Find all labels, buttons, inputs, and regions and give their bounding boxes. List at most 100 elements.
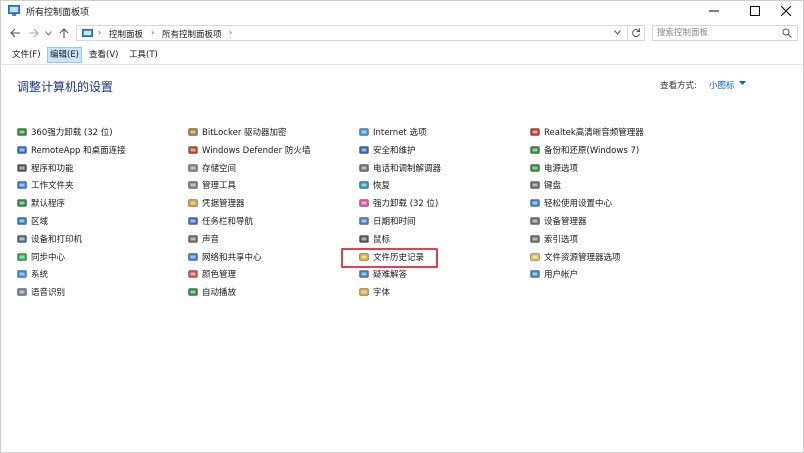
storage-spaces-icon <box>188 164 198 172</box>
control-panel-item[interactable]: 设备管理器 <box>530 214 587 228</box>
control-panel-item[interactable]: 疑难解答 <box>359 267 407 281</box>
control-panel-item[interactable]: 自动播放 <box>188 285 236 299</box>
view-by-label: 查看方式: <box>660 81 697 91</box>
breadcrumb-all-items[interactable]: 所有控制面板项 <box>162 28 222 40</box>
address-row: › 控制面板 › 所有控制面板项 › <box>0 23 804 43</box>
programs-icon <box>17 164 27 172</box>
control-panel-item-label: 键盘 <box>544 181 562 191</box>
menu-file[interactable]: 文件(F) <box>10 47 43 63</box>
color-management-icon <box>188 270 198 278</box>
taskbar-icon <box>188 217 198 225</box>
control-panel-item[interactable]: 文件资源管理器选项 <box>530 250 621 264</box>
control-panel-item-label: Realtek高清晰音频管理器 <box>544 128 644 138</box>
control-panel-item[interactable]: 存储空间 <box>188 161 236 175</box>
control-panel-item[interactable]: 电话和调制解调器 <box>359 161 441 175</box>
control-panel-item[interactable]: 字体 <box>359 285 390 299</box>
control-panel-item[interactable]: 鼠标 <box>359 232 390 246</box>
fonts-icon <box>359 288 369 296</box>
minimize-icon <box>709 10 719 12</box>
recent-locations-button[interactable] <box>43 26 53 40</box>
control-panel-item[interactable]: Realtek高清晰音频管理器 <box>530 125 644 139</box>
breadcrumb-control-panel[interactable]: 控制面板 <box>109 28 143 40</box>
control-panel-item[interactable]: 管理工具 <box>188 178 236 192</box>
control-panel-item-label: 轻松使用设置中心 <box>544 199 613 209</box>
control-panel-item[interactable]: 设备和打印机 <box>17 232 82 246</box>
control-panel-item[interactable]: Internet 选项 <box>359 125 426 139</box>
control-panel-item[interactable]: 系统 <box>17 267 48 281</box>
control-panel-item[interactable]: 工作文件夹 <box>17 178 74 192</box>
control-panel-item[interactable]: 凭据管理器 <box>188 196 245 210</box>
autoplay-icon <box>188 288 198 296</box>
refresh-button[interactable] <box>628 25 645 41</box>
back-button[interactable] <box>8 26 22 40</box>
control-panel-item[interactable]: Windows Defender 防火墙 <box>188 143 310 157</box>
menu-edit[interactable]: 编辑(E) <box>47 47 83 63</box>
close-icon <box>781 6 791 16</box>
control-panel-item-label: 默认程序 <box>31 199 66 209</box>
control-panel-item-label: 电源选项 <box>544 164 579 174</box>
control-panel-item[interactable]: 同步中心 <box>17 250 65 264</box>
control-panel-item-label: 索引选项 <box>544 235 579 245</box>
control-panel-item[interactable]: 任务栏和导航 <box>188 214 253 228</box>
address-dropdown-icon[interactable] <box>614 30 621 35</box>
device-manager-icon <box>530 217 540 225</box>
chevron-down-icon[interactable] <box>739 81 746 86</box>
control-panel-item-label: 恢复 <box>373 181 391 191</box>
uninstall-colorful-icon <box>359 199 369 207</box>
search-icon[interactable] <box>782 28 792 38</box>
system-icon <box>17 270 27 278</box>
control-panel-item[interactable]: RemoteApp 和桌面连接 <box>17 143 126 157</box>
region-icon <box>17 217 27 225</box>
menu-divider <box>1 64 803 65</box>
control-panel-item-label: 系统 <box>31 270 49 280</box>
address-bar[interactable]: › 控制面板 › 所有控制面板项 › <box>76 25 628 41</box>
control-panel-item[interactable]: 电源选项 <box>530 161 578 175</box>
control-panel-item[interactable]: 轻松使用设置中心 <box>530 196 612 210</box>
control-panel-item[interactable]: 用户帐户 <box>530 267 578 281</box>
maximize-icon <box>750 6 760 16</box>
control-panel-item-label: 电话和调制解调器 <box>373 164 442 174</box>
control-panel-item[interactable]: 区域 <box>17 214 48 228</box>
control-panel-item[interactable]: 备份和还原(Windows 7) <box>530 143 639 157</box>
control-panel-item-label: 设备和打印机 <box>31 235 83 245</box>
control-panel-item-label: 颜色管理 <box>202 270 237 280</box>
control-panel-item[interactable]: 360强力卸载 (32 位) <box>17 125 113 139</box>
breadcrumb-separator: › <box>229 28 233 37</box>
refresh-icon <box>632 28 640 38</box>
control-panel-item[interactable]: 键盘 <box>530 178 561 192</box>
control-panel-item[interactable]: 网络和共享中心 <box>188 250 262 264</box>
window-title: 所有控制面板项 <box>26 8 90 18</box>
forward-button[interactable] <box>26 26 40 40</box>
control-panel-item-label: 网络和共享中心 <box>202 253 262 263</box>
view-mode-dropdown[interactable]: 小图标 <box>709 79 735 91</box>
up-arrow-icon <box>59 27 69 38</box>
control-panel-item[interactable]: 程序和功能 <box>17 161 74 175</box>
control-panel-app-icon <box>8 5 20 16</box>
control-panel-item[interactable]: 语音识别 <box>17 285 65 299</box>
control-panel-item[interactable]: 颜色管理 <box>188 267 236 281</box>
control-panel-item[interactable]: 安全和维护 <box>359 143 416 157</box>
control-panel-item[interactable]: 默认程序 <box>17 196 65 210</box>
menu-tools[interactable]: 工具(T) <box>127 47 160 63</box>
firewall-icon <box>188 146 198 154</box>
search-box[interactable] <box>652 25 798 41</box>
breadcrumb-separator: › <box>98 28 102 37</box>
control-panel-item[interactable]: BitLocker 驱动器加密 <box>188 125 287 139</box>
search-input[interactable] <box>657 27 775 39</box>
control-panel-item[interactable]: 日期和时间 <box>359 214 416 228</box>
control-panel-item[interactable]: 索引选项 <box>530 232 578 246</box>
menu-view[interactable]: 查看(V) <box>87 47 120 63</box>
default-programs-icon <box>17 199 27 207</box>
admin-tools-icon <box>188 181 198 189</box>
control-panel-item-label: 疑难解答 <box>373 270 408 280</box>
ease-of-access-icon <box>530 199 540 207</box>
control-panel-item[interactable]: 声音 <box>188 232 219 246</box>
chevron-down-icon <box>44 30 52 36</box>
control-panel-item[interactable]: 强力卸载 (32 位) <box>359 196 438 210</box>
uninstall-icon <box>17 128 27 136</box>
up-button[interactable] <box>57 26 71 40</box>
minimize-button[interactable] <box>696 0 732 22</box>
control-panel-item-label: 自动播放 <box>202 288 237 298</box>
close-button[interactable] <box>768 0 804 22</box>
control-panel-item[interactable]: 恢复 <box>359 178 390 192</box>
